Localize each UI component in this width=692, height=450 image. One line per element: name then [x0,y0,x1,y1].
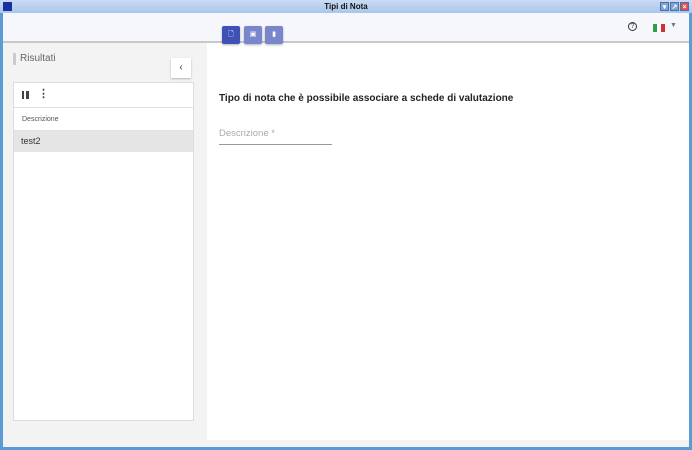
chevron-down-icon[interactable]: ▼ [670,22,677,29]
app-icon [3,2,12,11]
new-document-icon: 🗋 [228,31,234,38]
window-title: Tipi di Nota [324,2,368,11]
title-bar: Tipi di Nota ▾ ↗ × [0,0,692,13]
save-button[interactable]: ▣ [244,26,262,44]
collapse-panel-button[interactable]: ‹ [171,58,191,78]
new-button[interactable]: 🗋 [222,26,240,44]
table-row[interactable]: test2 [14,131,193,152]
descrizione-placeholder: Descrizione * [219,128,275,139]
minimize-button[interactable]: ▾ [660,2,669,11]
columns-icon[interactable] [22,91,29,99]
results-title: Risultati [13,53,56,65]
maximize-button[interactable]: ↗ [670,2,679,11]
results-table: ⋮ Descrizione test2 [13,82,194,421]
column-header-descrizione[interactable]: Descrizione [14,108,193,131]
more-vert-icon[interactable]: ⋮ [38,88,49,100]
descrizione-input[interactable]: Descrizione * [219,128,332,145]
bottom-strip [3,440,689,447]
header: ? ▼ [3,13,689,43]
results-panel: Risultati ‹ ⋮ Descrizione test2 [3,43,207,440]
close-button[interactable]: × [680,2,689,11]
save-icon: ▣ [249,31,257,38]
trash-icon: ▮ [272,31,276,38]
delete-button[interactable]: ▮ [265,26,283,44]
help-icon[interactable]: ? [628,22,637,31]
italian-flag-icon[interactable] [653,24,665,32]
page-heading: Tipo di nota che è possibile associare a… [219,93,514,104]
